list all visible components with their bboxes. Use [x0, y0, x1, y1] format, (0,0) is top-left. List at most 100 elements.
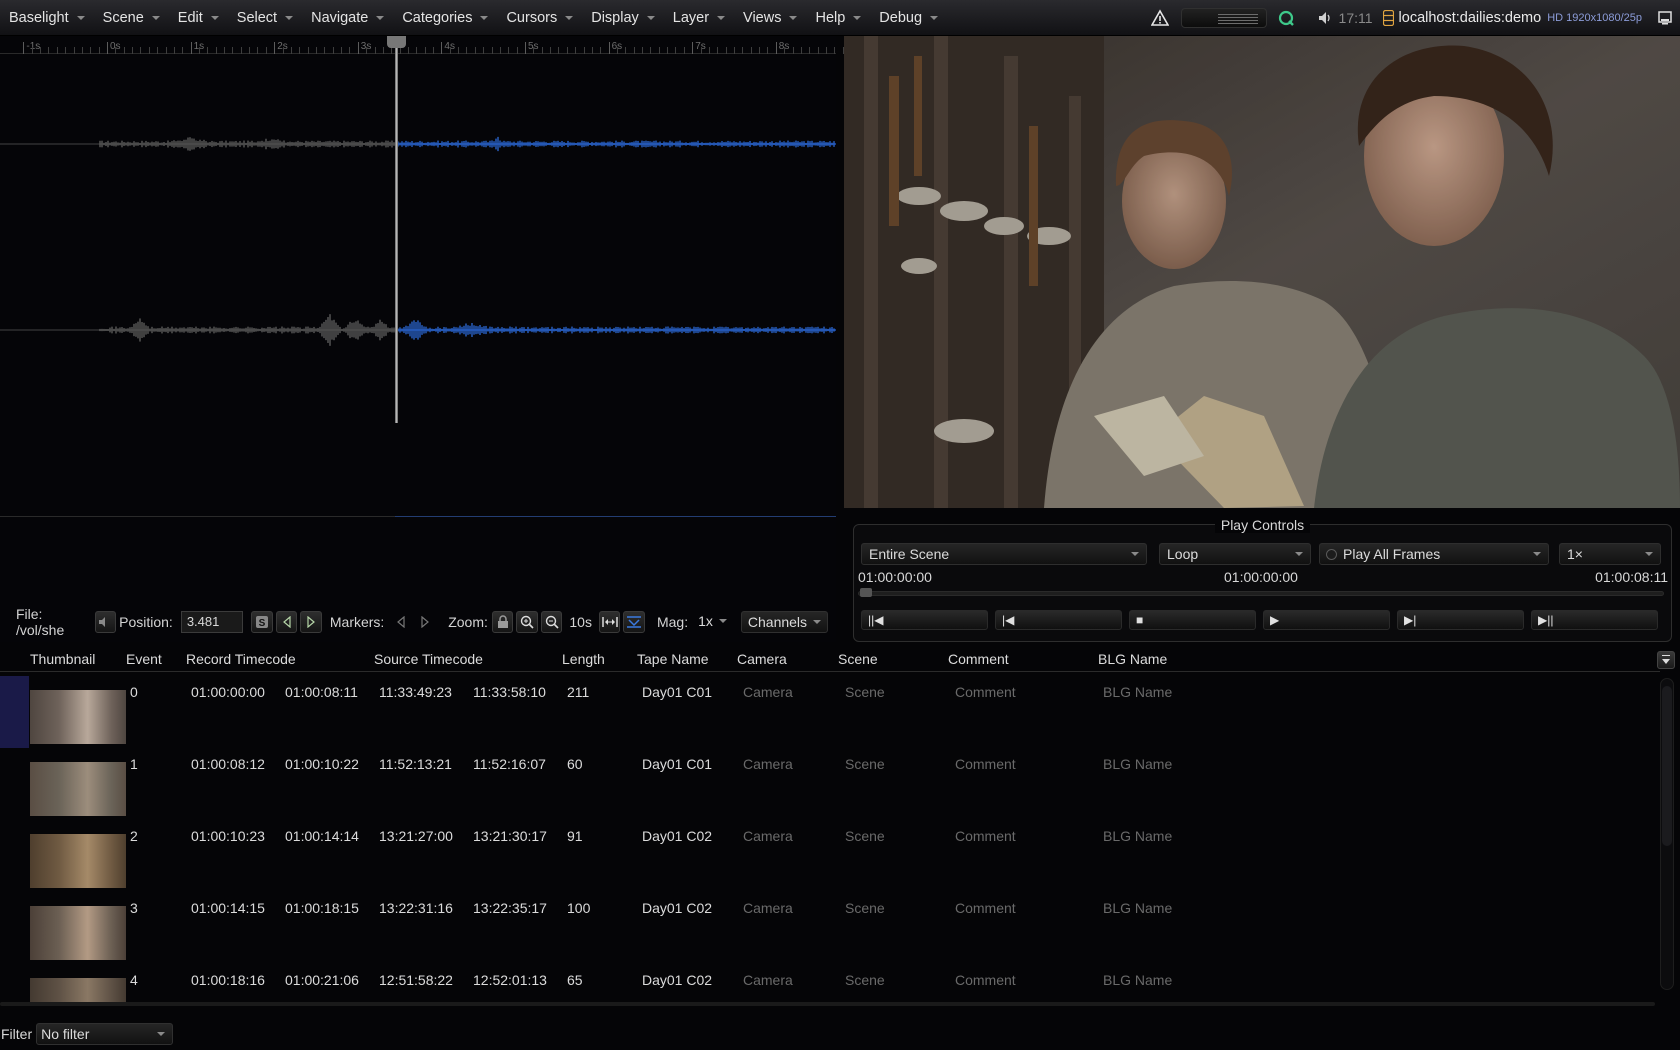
table-row[interactable]: 2 01:00:10:23 01:00:14:14 13:21:27:00 13:21:… — [0, 820, 1660, 892]
vertical-scrollbar[interactable] — [1659, 678, 1675, 990]
cell-event: 2 — [130, 828, 138, 844]
cell-camera[interactable]: Camera — [743, 900, 793, 916]
menu-debug[interactable]: Debug — [870, 0, 947, 36]
play-speed-dropdown[interactable]: 1× — [1559, 543, 1661, 565]
play-mode-dropdown[interactable]: Loop — [1159, 543, 1311, 565]
jump-to-end-button[interactable]: ▶|| — [1531, 610, 1658, 630]
header-thumbnail[interactable]: Thumbnail — [30, 651, 95, 667]
header-camera[interactable]: Camera — [737, 651, 787, 667]
header-source-timecode[interactable]: Source Timecode — [374, 651, 483, 667]
column-menu-button[interactable] — [1657, 651, 1675, 669]
playhead-handle[interactable] — [387, 36, 406, 48]
row-selection-marker[interactable] — [0, 748, 29, 820]
stop-button[interactable]: ■ — [1129, 610, 1256, 630]
mag-dropdown[interactable]: 1x — [694, 611, 733, 633]
cell-camera[interactable]: Camera — [743, 684, 793, 700]
menu-navigate[interactable]: Navigate — [302, 0, 393, 36]
host-name[interactable]: localhost:dailies:demo — [1399, 10, 1542, 26]
monitor-icon[interactable] — [1658, 11, 1672, 25]
warning-icon[interactable] — [1150, 9, 1169, 27]
menu-scene[interactable]: Scene — [94, 0, 169, 36]
row-thumbnail[interactable] — [30, 906, 126, 960]
row-selection-marker[interactable] — [0, 676, 29, 748]
speaker-icon[interactable] — [1317, 10, 1333, 26]
image-viewer[interactable] — [844, 36, 1680, 508]
cell-comment[interactable]: Comment — [955, 972, 1016, 988]
zoom-lock-button[interactable] — [491, 611, 514, 633]
header-comment[interactable]: Comment — [948, 651, 1009, 667]
playhead[interactable] — [395, 36, 398, 423]
cell-event: 4 — [130, 972, 138, 988]
step-forward-button[interactable] — [300, 611, 322, 633]
next-marker-button[interactable] — [415, 611, 436, 633]
menu-help[interactable]: Help — [806, 0, 870, 36]
row-thumbnail[interactable] — [30, 762, 126, 816]
play-all-frames-checkbox[interactable] — [1326, 549, 1337, 560]
header-tape-name[interactable]: Tape Name — [637, 651, 709, 667]
menu-cursors[interactable]: Cursors — [497, 0, 582, 36]
play-frames-dropdown[interactable]: Play All Frames — [1319, 543, 1549, 565]
cell-scene[interactable]: Scene — [845, 756, 885, 772]
follow-playhead-button[interactable] — [623, 611, 645, 633]
jump-to-start-button[interactable]: ||◀ — [861, 610, 988, 630]
header-scene[interactable]: Scene — [838, 651, 878, 667]
header-blg-name[interactable]: BLG Name — [1098, 651, 1167, 667]
prev-marker-button[interactable] — [390, 611, 411, 633]
cell-comment[interactable]: Comment — [955, 756, 1016, 772]
row-selection-marker[interactable] — [0, 892, 29, 964]
cell-blg[interactable]: BLG Name — [1103, 972, 1172, 988]
cell-comment[interactable]: Comment — [955, 828, 1016, 844]
menu-layer[interactable]: Layer — [664, 0, 734, 36]
menu-display[interactable]: Display — [582, 0, 664, 36]
next-shot-button[interactable]: ▶| — [1397, 610, 1524, 630]
cell-blg[interactable]: BLG Name — [1103, 756, 1172, 772]
position-input[interactable]: 3.481 — [180, 611, 244, 633]
cell-comment[interactable]: Comment — [955, 900, 1016, 916]
cell-scene[interactable]: Scene — [845, 900, 885, 916]
scrub-bar[interactable] — [858, 591, 1664, 596]
cell-comment[interactable]: Comment — [955, 684, 1016, 700]
cell-rec-out: 01:00:10:22 — [285, 756, 359, 772]
snap-button[interactable]: S — [251, 611, 273, 633]
cell-scene[interactable]: Scene — [845, 972, 885, 988]
zoom-in-button[interactable] — [516, 611, 538, 633]
q-icon[interactable] — [1277, 9, 1295, 27]
cell-blg[interactable]: BLG Name — [1103, 900, 1172, 916]
row-selection-marker[interactable] — [0, 820, 29, 892]
step-back-button[interactable] — [275, 611, 298, 633]
chevron-down-icon — [646, 15, 655, 20]
header-record-timecode[interactable]: Record Timecode — [186, 651, 296, 667]
mute-button[interactable] — [94, 611, 117, 633]
horizontal-scrollbar[interactable] — [0, 1002, 1655, 1006]
menu-baselight[interactable]: Baselight — [0, 0, 94, 36]
play-range-dropdown[interactable]: Entire Scene — [861, 543, 1147, 565]
cell-blg[interactable]: BLG Name — [1103, 684, 1172, 700]
table-row[interactable]: 0 01:00:00:00 01:00:08:11 11:33:49:23 11:33:… — [0, 676, 1660, 748]
cell-camera[interactable]: Camera — [743, 828, 793, 844]
channels-dropdown[interactable]: Channels — [740, 611, 829, 633]
scrub-handle[interactable] — [860, 588, 872, 597]
audio-waveform-panel[interactable]: -1s0s1s2s3s4s5s6s7s8s File: /vol/she Pos… — [0, 36, 853, 642]
filter-dropdown[interactable]: No filter — [36, 1023, 174, 1045]
table-row[interactable]: 3 01:00:14:15 01:00:18:15 13:22:31:16 13:22:… — [0, 892, 1660, 964]
cell-scene[interactable]: Scene — [845, 828, 885, 844]
zoom-out-button[interactable] — [540, 611, 563, 633]
header-length[interactable]: Length — [562, 651, 605, 667]
header-event[interactable]: Event — [126, 651, 162, 667]
waveform-display[interactable] — [0, 36, 836, 516]
menu-views[interactable]: Views — [734, 0, 806, 36]
cell-camera[interactable]: Camera — [743, 972, 793, 988]
cell-scene[interactable]: Scene — [845, 684, 885, 700]
row-thumbnail[interactable] — [30, 834, 126, 888]
menu-categories[interactable]: Categories — [393, 0, 497, 36]
zoom-fit-button[interactable] — [598, 611, 621, 633]
cell-camera[interactable]: Camera — [743, 756, 793, 772]
table-row[interactable]: 1 01:00:08:12 01:00:10:22 11:52:13:21 11:52:… — [0, 748, 1660, 820]
menu-edit[interactable]: Edit — [169, 0, 228, 36]
row-thumbnail[interactable] — [30, 690, 126, 744]
zoom-value[interactable]: 10s — [565, 611, 596, 633]
play-button[interactable]: ▶ — [1263, 610, 1390, 630]
previous-shot-button[interactable]: |◀ — [995, 610, 1122, 630]
cell-blg[interactable]: BLG Name — [1103, 828, 1172, 844]
menu-select[interactable]: Select — [228, 0, 302, 36]
